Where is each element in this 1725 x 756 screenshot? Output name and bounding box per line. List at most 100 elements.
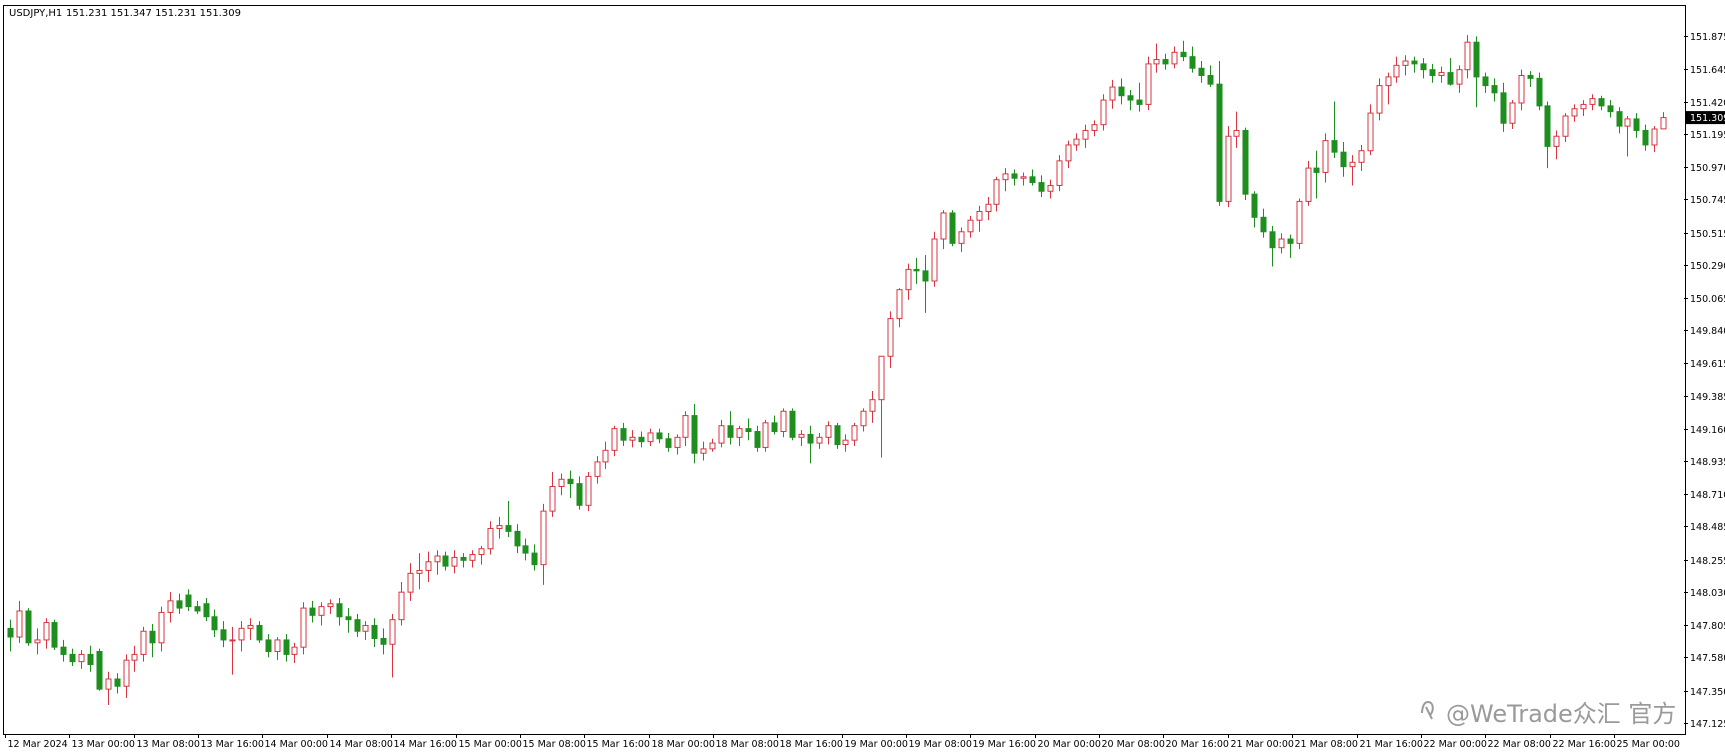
candle [816,432,823,449]
candle-body [274,639,281,653]
candle [1589,94,1596,111]
candle-body [878,355,885,401]
candle [1527,71,1534,88]
candle-body [1402,60,1409,66]
candle [158,606,165,652]
candle [7,619,14,652]
candle [1385,72,1392,105]
candle-body [185,594,192,608]
candle-body [442,555,449,567]
y-tick-label: 149.840 [1690,326,1725,337]
candle [958,227,965,253]
candle [220,621,227,648]
candle [256,621,263,643]
y-tick-label: 149.385 [1690,392,1725,403]
candle-body [1349,161,1356,168]
candle [771,415,778,435]
candle [425,551,432,583]
candle-body [220,629,227,641]
y-tick-label: 147.125 [1690,719,1725,730]
x-tick-label: 15 Mar 16:00 [587,739,650,750]
candle-body [362,624,369,632]
candle-body [922,270,929,282]
candle-body [762,422,769,448]
candle-body [620,428,627,441]
candle [1376,78,1383,121]
candle [1047,179,1054,199]
candle [762,419,769,452]
candle-body [798,433,805,438]
candle [1109,79,1116,109]
candle-body [283,639,290,655]
candle-body [60,646,67,655]
candle [291,642,298,664]
candle-body [1544,105,1551,147]
candle-body [771,422,778,433]
candle-body [398,591,405,621]
candle [1562,113,1569,143]
candle-body [1251,193,1258,218]
candle [931,231,938,287]
candle-body [1562,115,1569,137]
candle [149,624,156,658]
candle-body [611,428,618,451]
candle-body [1616,111,1623,127]
chart-header-symbol: USDJPY,H1 [9,8,62,19]
current-price-label: 151.309 [1690,113,1725,124]
candle-body [656,432,663,440]
candle-body [238,627,245,641]
candle-body [1260,216,1267,233]
x-tick-label: 22 Mar 00:00 [1424,739,1487,750]
candle-body [1420,63,1427,71]
x-tick-label: 19 Mar 16:00 [973,739,1036,750]
y-tick-label: 151.645 [1690,65,1725,76]
y-tick-label: 148.255 [1690,556,1725,567]
y-tick-label: 151.875 [1690,32,1725,43]
candle [1402,55,1409,76]
candle-body [1171,51,1178,65]
candle [16,600,23,643]
y-tick-label: 149.615 [1690,359,1725,370]
candle [913,257,920,284]
x-tick-label: 21 Mar 08:00 [1295,739,1358,750]
candle [736,425,743,446]
candle-body [1180,51,1187,58]
candle [1189,46,1196,73]
candle [780,408,787,438]
candle-body [1136,99,1143,105]
candle-body [16,610,23,638]
candle [718,419,725,448]
candle-body [1082,129,1089,140]
candle [1544,101,1551,169]
candle-body [51,622,58,648]
candle-body [123,659,130,687]
candle [1580,100,1587,116]
candle-body [834,425,841,446]
candle-body [976,211,983,221]
candle [442,551,449,571]
candle [1029,169,1036,186]
candle [1473,36,1480,108]
candle-body [860,410,867,427]
candle [798,430,805,446]
candle [1065,140,1072,169]
candle-body [647,432,654,443]
candle [1056,155,1063,192]
candle-body [318,606,325,616]
candle [1464,34,1471,79]
x-tick-label: 13 Mar 16:00 [201,739,264,750]
candle-body [1456,69,1463,85]
x-tick-label: 20 Mar 00:00 [1038,739,1101,750]
candle [567,470,574,499]
candle-body [1598,98,1605,107]
candle-body [993,179,1000,205]
candle [1393,56,1400,83]
candle [1216,60,1223,206]
candle-body [629,436,636,441]
candle-body [1571,108,1578,117]
candle [25,608,32,646]
candle-body [1536,77,1543,107]
candle-body [949,212,956,244]
y-tick-label: 148.935 [1690,457,1725,468]
candle-body [1189,56,1196,69]
